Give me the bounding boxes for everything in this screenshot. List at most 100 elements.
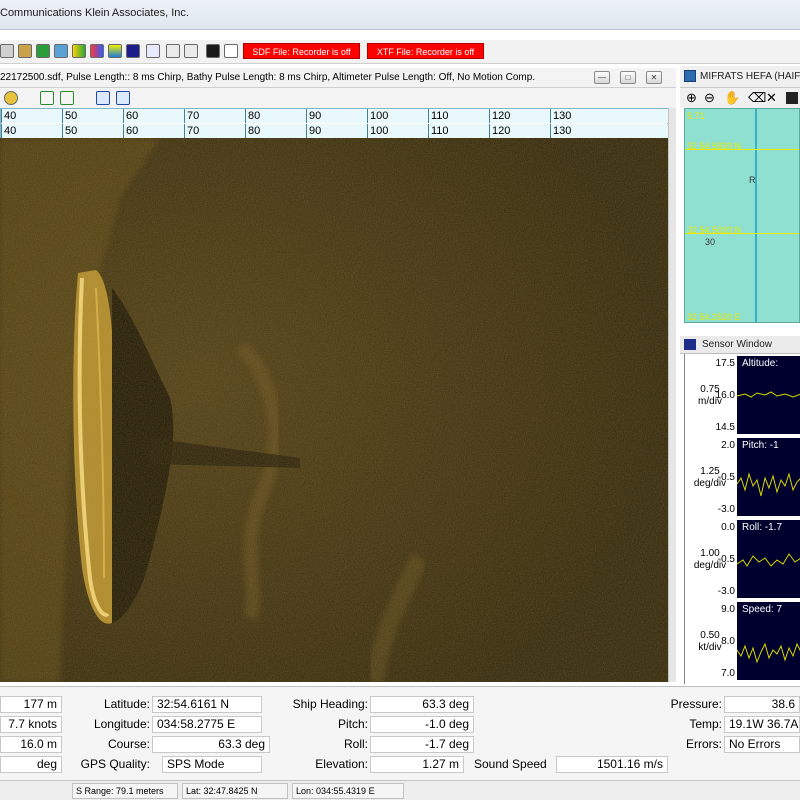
zoom-in-icon[interactable]: ⊕	[686, 90, 697, 106]
temperature-value: 19.1W 36.7A	[724, 716, 800, 733]
errors-value: No Errors	[724, 736, 800, 753]
ruler-bottom-tick-100: 100	[367, 124, 428, 138]
save-icon[interactable]	[206, 44, 220, 58]
temperature-label: Temp:	[689, 717, 722, 731]
layout-vertical-icon[interactable]	[184, 44, 198, 58]
title-bar: Communications Klein Associates, Inc.	[0, 0, 800, 30]
chart-measure-icon[interactable]	[116, 91, 130, 105]
color-map-icon[interactable]	[90, 44, 104, 58]
ruler-top-tick-90: 90	[306, 109, 367, 123]
restore-button[interactable]: □	[620, 71, 636, 84]
pitch-tick-min: -3.0	[717, 504, 735, 515]
measure-icon[interactable]	[146, 44, 160, 58]
close-button[interactable]: ✕	[646, 71, 662, 84]
course-label: Course:	[107, 737, 150, 751]
altitude-tick-max: 17.5	[715, 358, 735, 369]
ruler-top-tick-110: 110	[428, 109, 489, 123]
map-depth-label: 30	[705, 237, 716, 247]
range-value: 177 m	[0, 696, 62, 713]
map-lat-top: 32 54.5920 N	[687, 141, 742, 151]
chart-icon[interactable]	[96, 91, 110, 105]
ruler-top-tick-60: 60	[123, 109, 184, 123]
map-corner-bottom: 32 54.2520 E	[687, 312, 741, 322]
eraser-icon[interactable]: ⌫	[748, 90, 766, 106]
navigation-map[interactable]: 5.71 32 54.5920 N R 32 54.5020 N 30 32 5…	[684, 108, 800, 323]
ruler-bottom-tick-130: 130	[550, 124, 611, 138]
track-line-vertical	[755, 109, 757, 322]
settings-icon[interactable]	[4, 91, 18, 105]
zoom-out-range-icon[interactable]	[60, 91, 74, 105]
map-icon	[684, 70, 696, 82]
ruler-top-tick-130: 130	[550, 109, 611, 123]
palette-icon[interactable]	[72, 44, 86, 58]
pitch-plot: Pitch: -1	[737, 438, 800, 516]
latitude-value: 32:54.6161 N	[152, 696, 262, 713]
sdf-recorder-status[interactable]: SDF File: Recorder is off	[243, 43, 360, 59]
navigation-status-panel: 177 m 7.7 knots 16.0 m deg Latitude: 32:…	[0, 686, 800, 780]
pitch-status-label: Pitch:	[337, 717, 368, 731]
pitch-status-value: -1.0 deg	[370, 716, 474, 733]
sonar-window-header: 22172500.sdf, Pulse Length:: 8 ms Chirp,…	[0, 68, 676, 88]
roll-status-label: Roll:	[343, 737, 368, 751]
speed-label: Speed: 7	[742, 604, 783, 615]
cursor-lon-readout: Lon: 034:55.4319 E	[292, 783, 404, 799]
ruler-top-tick-50: 50	[62, 109, 123, 123]
sound-speed-value: 1501.16 m/s	[556, 756, 668, 773]
ruler-bottom-tick-60: 60	[123, 124, 184, 138]
zoom-in-range-icon[interactable]	[40, 91, 54, 105]
minimize-button[interactable]: —	[594, 71, 610, 84]
altitude-label: Altitude:	[742, 358, 779, 369]
ruler-top-tick-80: 80	[245, 109, 306, 123]
ruler-top-tick-40: 40	[1, 109, 62, 123]
longitude-label: Longitude:	[93, 717, 150, 731]
ship-heading-value: 63.3 deg	[370, 696, 474, 713]
depth-value: 16.0 m	[0, 736, 62, 753]
pressure-value: 38.6	[724, 696, 800, 713]
range-ruler: 405060708090100110120130 meters 40506070…	[0, 108, 669, 152]
folder-icon[interactable]	[18, 44, 32, 58]
map-toolbar: ⊕ ⊖ ✋ ⌫ ✕	[680, 88, 800, 108]
pan-hand-icon[interactable]: ✋	[724, 90, 740, 106]
roll-tick-max: 0.0	[721, 522, 735, 533]
arrow-left-icon[interactable]	[54, 44, 68, 58]
cursor-lat-readout: Lat: 32:47.8425 N	[182, 783, 288, 799]
pressure-label: Pressure:	[670, 697, 722, 711]
ruler-bottom-tick-40: 40	[1, 124, 62, 138]
clear-icon[interactable]: ✕	[766, 90, 777, 106]
sonar-toolbar	[0, 88, 676, 108]
speed-tick-max: 9.0	[721, 604, 735, 615]
longitude-value: 034:58.2775 E	[152, 716, 262, 733]
layout-horizontal-icon[interactable]	[166, 44, 180, 58]
slant-range-readout: S Range: 79.1 meters	[72, 783, 178, 799]
ruler-top-tick-100: 100	[367, 109, 428, 123]
map-lat-bottom: 32 54.5020 N	[687, 225, 742, 235]
zoom-out-icon[interactable]: ⊖	[704, 90, 715, 106]
main-toolbar: SDF File: Recorder is off XTF File: Reco…	[0, 40, 800, 64]
arrow-right-icon[interactable]	[36, 44, 50, 58]
speed-tick-min: 7.0	[721, 668, 735, 679]
sonar-scrollbar[interactable]	[668, 108, 676, 682]
gps-quality-label: GPS Quality:	[80, 757, 150, 771]
heading-unit-value: deg	[0, 756, 62, 773]
roll-tick-mid: -0.5	[717, 554, 735, 565]
display-icon[interactable]	[126, 44, 140, 58]
errors-label: Errors:	[686, 737, 722, 751]
map-title: MIFRATS HEFA (HAIFA	[700, 71, 800, 82]
new-file-icon[interactable]	[224, 44, 238, 58]
map-corner-top: 5.71	[687, 111, 705, 121]
roll-tick-min: -3.0	[717, 586, 735, 597]
ruler-bottom-tick-80: 80	[245, 124, 306, 138]
sensor-panel: 0.75 m/div 17.5 16.0 14.5 Altitude: 1.25…	[684, 354, 800, 684]
roll-label: Roll: -1.7	[742, 522, 783, 533]
ruler-top-tick-120: 120	[489, 109, 550, 123]
speed-plot: Speed: 7	[737, 602, 800, 680]
sensor-icon	[684, 339, 696, 350]
gps-quality-value: SPS Mode	[162, 756, 262, 773]
ruler-bottom-tick-70: 70	[184, 124, 245, 138]
pencil-icon[interactable]	[0, 44, 14, 58]
xtf-recorder-status[interactable]: XTF File: Recorder is off	[367, 43, 484, 59]
sidescan-sonar-image[interactable]	[0, 138, 668, 682]
layers-icon[interactable]	[786, 92, 798, 104]
gain-icon[interactable]	[108, 44, 122, 58]
altitude-tick-min: 14.5	[715, 422, 735, 433]
